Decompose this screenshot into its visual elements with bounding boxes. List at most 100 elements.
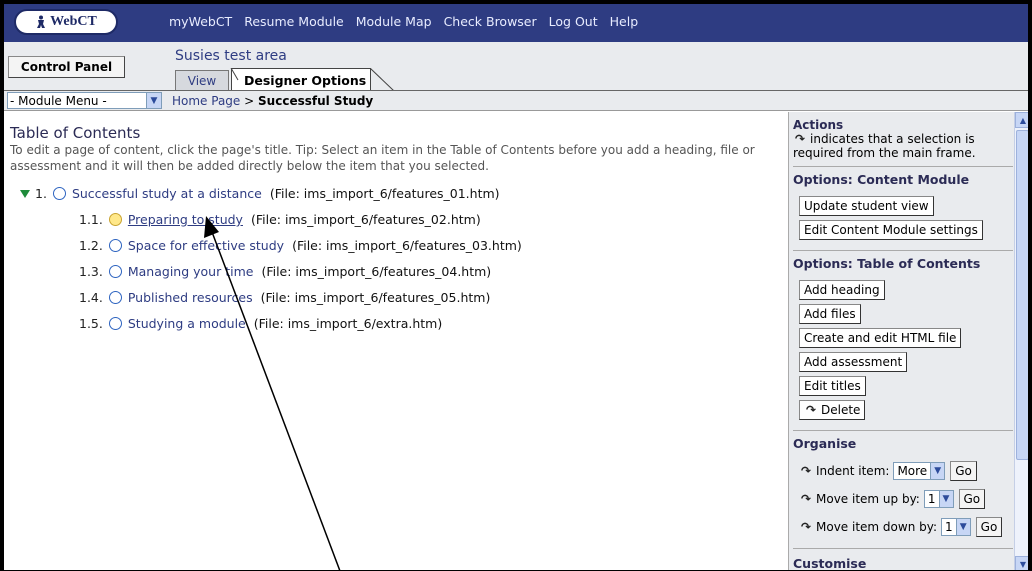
- content-module-heading: Options: Content Module: [793, 172, 970, 187]
- toc-item: 1.4. Published resources (File: ims_impo…: [79, 290, 490, 305]
- logo-text: WebCT: [50, 14, 97, 29]
- divider: [793, 430, 1013, 431]
- top-nav-bar: WebCT myWebCT Resume Module Module Map C…: [4, 4, 1028, 42]
- nav-link-log-out[interactable]: Log Out: [549, 14, 598, 29]
- indent-value: More: [897, 464, 928, 478]
- move-down-value: 1: [945, 520, 953, 534]
- toc-item: 1. Successful study at a distance (File:…: [20, 186, 500, 201]
- actions-note: ↷ indicates that a selection is required …: [793, 132, 1013, 160]
- selection-required-icon: ↷: [800, 464, 812, 478]
- webct-window: WebCT myWebCT Resume Module Module Map C…: [3, 3, 1029, 571]
- update-student-view-button[interactable]: Update student view: [799, 196, 934, 216]
- toc-item-radio[interactable]: [108, 291, 122, 304]
- move-up-go-button[interactable]: Go: [958, 489, 986, 509]
- selection-required-icon: ↷: [800, 520, 812, 534]
- toc-options-heading: Options: Table of Contents: [793, 256, 981, 271]
- move-up-label: Move item up by:: [816, 492, 920, 506]
- move-up-value: 1: [927, 492, 936, 506]
- tab-slant-decoration: [370, 68, 394, 91]
- area-title: Susies test area: [175, 48, 287, 64]
- toc-item-file: (File: ims_import_6/features_02.htm): [250, 212, 481, 227]
- breadcrumb-home[interactable]: Home Page: [172, 94, 240, 108]
- toc-item: 1.2. Space for effective study (File: im…: [79, 238, 522, 253]
- toc-item-link[interactable]: Space for effective study: [128, 238, 284, 253]
- move-down-label: Move item down by:: [816, 520, 938, 534]
- actions-note-text: indicates that a selection is required f…: [793, 132, 976, 160]
- scroll-down-icon[interactable]: ▼: [1015, 556, 1028, 570]
- chevron-down-icon[interactable]: ▼: [930, 463, 945, 479]
- toc-item-radio[interactable]: [108, 265, 122, 278]
- toc-item-number: 1.4.: [79, 290, 103, 305]
- indent-go-button[interactable]: Go: [950, 461, 977, 481]
- control-panel-button[interactable]: Control Panel: [8, 56, 125, 78]
- tab-divider-decoration: [230, 68, 239, 81]
- indent-label: Indent item:: [816, 464, 890, 478]
- actions-box: Actions ↷ indicates that a selection is r…: [793, 118, 1013, 160]
- sidebar-scrollbar[interactable]: ▲ ▼: [1014, 112, 1028, 570]
- scroll-up-icon[interactable]: ▲: [1015, 112, 1028, 128]
- toc-item-number: 1.1.: [79, 212, 103, 227]
- toc-item-radio[interactable]: [108, 239, 122, 252]
- scroll-thumb[interactable]: [1016, 130, 1028, 460]
- toc-item-link[interactable]: Successful study at a distance: [72, 186, 262, 201]
- actions-sidebar: Actions ↷ indicates that a selection is r…: [788, 112, 1014, 571]
- edit-titles-button[interactable]: Edit titles: [799, 376, 866, 396]
- logo-figure-icon: [37, 15, 46, 28]
- add-files-button[interactable]: Add files: [799, 304, 861, 324]
- toc-item-radio[interactable]: [52, 187, 66, 200]
- nav-link-check-browser[interactable]: Check Browser: [444, 14, 537, 29]
- indent-select[interactable]: More ▼: [893, 462, 946, 480]
- toc-item-file: (File: ims_import_6/features_01.htm): [269, 186, 500, 201]
- move-up-select[interactable]: 1 ▼: [923, 490, 954, 508]
- module-menu-select[interactable]: - Module Menu - ▼: [7, 92, 162, 109]
- toc-item-link[interactable]: Preparing to study: [128, 212, 243, 227]
- toc-item-file: (File: ims_import_6/extra.htm): [253, 316, 443, 331]
- move-down-go-button[interactable]: Go: [975, 517, 1003, 537]
- add-heading-button[interactable]: Add heading: [799, 280, 885, 300]
- indent-control: ↷ Indent item: More ▼ Go: [799, 461, 977, 481]
- toc-item-link[interactable]: Published resources: [128, 290, 253, 305]
- selection-required-icon: ↷: [800, 492, 812, 506]
- nav-link-help[interactable]: Help: [610, 14, 639, 29]
- toc-item: 1.1. Preparing to study (File: ims_impor…: [79, 212, 481, 227]
- toc-item-radio[interactable]: [108, 317, 122, 330]
- move-down-control: ↷ Move item down by: 1 ▼ Go: [799, 517, 1003, 537]
- main-content: Table of Contents To edit a page of cont…: [4, 112, 787, 570]
- move-down-select[interactable]: 1 ▼: [941, 518, 971, 536]
- chevron-down-icon[interactable]: ▼: [146, 93, 161, 108]
- edit-content-module-settings-button[interactable]: Edit Content Module settings: [799, 220, 983, 240]
- toc-item-number: 1.3.: [79, 264, 103, 279]
- tab-view[interactable]: View: [175, 70, 229, 91]
- customise-heading: Customise: [793, 556, 867, 571]
- tab-designer-options[interactable]: Designer Options: [231, 68, 371, 91]
- breadcrumb-current: Successful Study: [258, 94, 374, 108]
- toc-item-radio-selected[interactable]: [108, 213, 122, 226]
- webct-logo[interactable]: WebCT: [14, 9, 118, 35]
- toc-item: 1.3. Managing your time (File: ims_impor…: [79, 264, 491, 279]
- toc-item-file: (File: ims_import_6/features_04.htm): [261, 264, 492, 279]
- nav-link-module-map[interactable]: Module Map: [356, 14, 432, 29]
- nav-links: myWebCT Resume Module Module Map Check B…: [169, 14, 638, 29]
- selection-required-icon: ↷: [805, 403, 817, 417]
- expand-triangle-icon[interactable]: [20, 189, 30, 198]
- toc-help-text: To edit a page of content, click the pag…: [10, 143, 755, 173]
- chevron-down-icon[interactable]: ▼: [955, 519, 970, 535]
- nav-link-resume-module[interactable]: Resume Module: [244, 14, 344, 29]
- toc-item-number: 1.2.: [79, 238, 103, 253]
- toc-item-file: (File: ims_import_6/features_03.htm): [292, 238, 522, 253]
- toc-item-link[interactable]: Studying a module: [128, 316, 246, 331]
- page-title: Table of Contents: [10, 124, 141, 142]
- toc-item: 1.5. Studying a module (File: ims_import…: [79, 316, 442, 331]
- divider: [793, 166, 1013, 167]
- create-html-file-button[interactable]: Create and edit HTML file: [799, 328, 962, 348]
- delete-button[interactable]: ↷ Delete: [799, 400, 866, 420]
- delete-label: Delete: [821, 403, 861, 417]
- chevron-down-icon[interactable]: ▼: [938, 491, 953, 507]
- move-up-control: ↷ Move item up by: 1 ▼ Go: [799, 489, 986, 509]
- toc-item-file: (File: ims_import_6/features_05.htm): [260, 290, 491, 305]
- organise-heading: Organise: [793, 436, 857, 451]
- add-assessment-button[interactable]: Add assessment: [799, 352, 908, 372]
- toc-item-link[interactable]: Managing your time: [128, 264, 254, 279]
- nav-link-mywebct[interactable]: myWebCT: [169, 14, 232, 29]
- toc-item-number: 1.: [35, 186, 47, 201]
